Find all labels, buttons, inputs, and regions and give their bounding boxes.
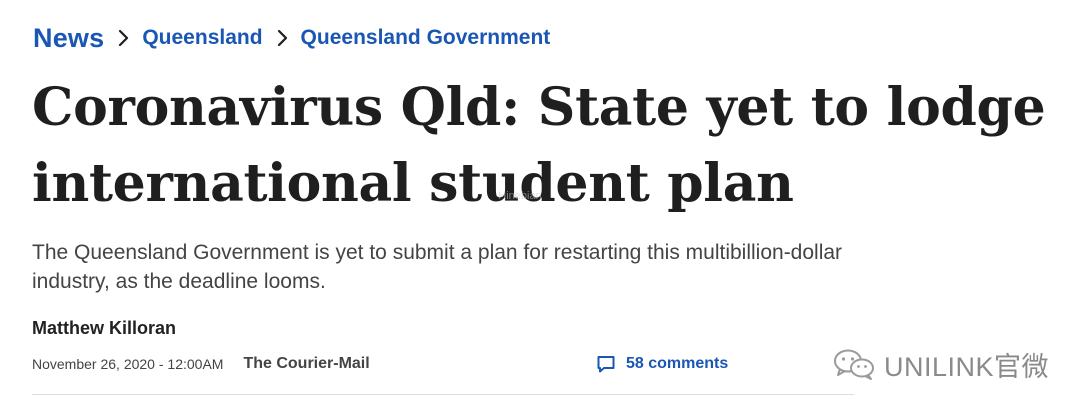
- watermark-line-2: Hinebian: [498, 190, 542, 202]
- speech-bubble-icon: [596, 354, 616, 374]
- center-watermark: Hinebian: [470, 190, 570, 230]
- chevron-right-icon: [114, 28, 134, 48]
- article-standfirst: The Queensland Government is yet to subm…: [32, 241, 843, 293]
- wechat-watermark: UNILINK官微: [832, 346, 1049, 382]
- wechat-logo-icon: [832, 347, 876, 381]
- breadcrumb-news-link[interactable]: News: [33, 23, 104, 54]
- article-meta: November 26, 2020 - 12:00AM The Courier-…: [32, 352, 370, 376]
- comments-count: 58 comments: [626, 355, 729, 372]
- meta-divider: [32, 394, 854, 395]
- publication-source: The Courier-Mail: [243, 355, 370, 372]
- breadcrumb: News Queensland Queensland Government: [33, 20, 550, 56]
- publish-date: November 26, 2020 - 12:00AM: [32, 356, 224, 372]
- wechat-account-name: UNILINK官微: [884, 351, 1050, 382]
- chevron-right-icon: [273, 28, 293, 48]
- comments-link[interactable]: 58 comments: [596, 352, 728, 376]
- breadcrumb-queensland-government-link[interactable]: Queensland Government: [301, 26, 551, 50]
- author-name[interactable]: Matthew Killoran: [32, 318, 176, 339]
- breadcrumb-queensland-link[interactable]: Queensland: [142, 26, 262, 50]
